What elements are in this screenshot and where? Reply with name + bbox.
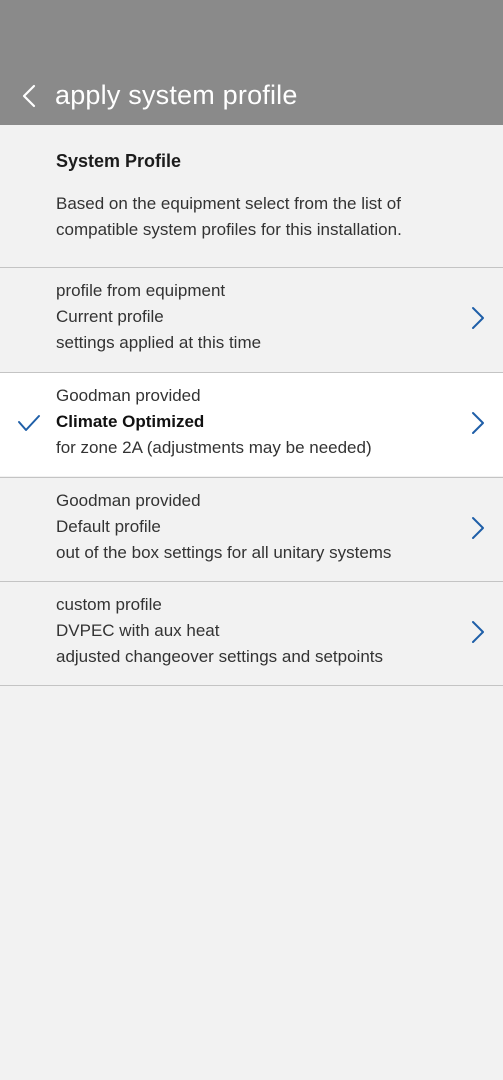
chevron-right-icon	[472, 307, 484, 329]
profile-source: custom profile	[56, 595, 162, 614]
profile-source: Goodman provided	[56, 386, 201, 405]
app-header: apply system profile	[0, 0, 503, 125]
profile-name: Default profile	[56, 517, 161, 536]
profile-row-default[interactable]: Goodman provided Default profile out of …	[0, 478, 503, 581]
checkmark-icon	[18, 415, 40, 431]
profile-source: profile from equipment	[56, 281, 226, 300]
profile-row-current[interactable]: profile from equipment Current profile s…	[0, 268, 503, 371]
profile-name: DVPEC with aux heat	[56, 621, 220, 640]
section-description: Based on the equipment select from the l…	[56, 194, 402, 239]
profile-description: adjusted changeover settings and setpoin…	[56, 647, 384, 666]
profile-source: Goodman provided	[56, 491, 201, 510]
chevron-right-icon	[472, 412, 484, 434]
empty-area	[0, 686, 503, 1080]
chevron-right-icon	[472, 517, 484, 539]
profile-name: Current profile	[56, 307, 164, 326]
profile-row-custom[interactable]: custom profile DVPEC with aux heat adjus…	[0, 582, 503, 685]
intro-section: System Profile Based on the equipment se…	[0, 125, 503, 267]
profile-row-climate-optimized[interactable]: Goodman provided Climate Optimized for z…	[0, 373, 503, 476]
profile-description: settings applied at this time	[56, 333, 262, 352]
profile-name: Climate Optimized	[56, 412, 205, 431]
profile-description: for zone 2A (adjustments may be needed)	[56, 438, 372, 457]
chevron-right-icon	[472, 621, 484, 643]
page-title: apply system profile	[55, 80, 298, 110]
profile-description: out of the box settings for all unitary …	[56, 543, 392, 562]
chevron-left-icon[interactable]	[20, 82, 40, 110]
section-title: System Profile	[56, 151, 182, 171]
